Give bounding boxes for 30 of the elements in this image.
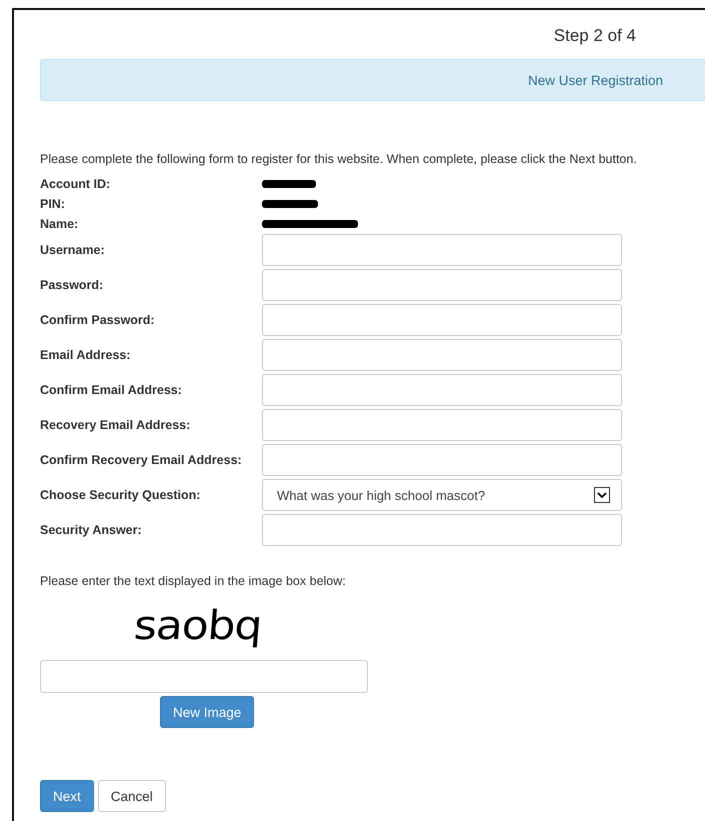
field-label: Confirm Email Address: [40, 383, 182, 397]
input-field[interactable] [262, 409, 622, 441]
banner-title: New User Registration [528, 72, 663, 88]
captcha-image: saobq [132, 606, 263, 650]
next-button[interactable]: Next [40, 780, 94, 812]
field-label: Recovery Email Address: [40, 418, 190, 432]
field-label: PIN: [40, 197, 65, 211]
captcha-instruction: Please enter the text displayed in the image box below: [40, 574, 347, 588]
input-field[interactable] [262, 514, 622, 546]
input-field[interactable] [262, 234, 622, 266]
new-image-button[interactable]: New Image [160, 696, 254, 728]
input-field[interactable] [262, 444, 622, 476]
captcha-input-field[interactable] [40, 660, 368, 693]
cancel-button[interactable]: Cancel [98, 780, 166, 812]
security-question-dropdown[interactable]: What was your high school mascot? [262, 479, 622, 511]
field-label: Confirm Password: [40, 313, 155, 327]
field-label: Username: [40, 243, 105, 257]
step-indicator: Step 2 of 4 [554, 26, 636, 45]
field-label: Choose Security Question: [40, 488, 200, 502]
field-label: Email Address: [40, 348, 131, 362]
input-field[interactable] [262, 304, 622, 336]
field-label: Name: [40, 217, 78, 231]
field-label: Security Answer: [40, 523, 142, 537]
field-label: Account ID: [40, 177, 110, 191]
field-label: Password: [40, 278, 104, 292]
input-field[interactable] [262, 339, 622, 371]
input-field[interactable] [262, 269, 622, 301]
instruction-text: Please complete the following form to register for this website. When complete, please click the Next button. [40, 151, 638, 167]
input-field[interactable] [262, 374, 622, 406]
field-label: Confirm Recovery Email Address: [40, 453, 242, 467]
